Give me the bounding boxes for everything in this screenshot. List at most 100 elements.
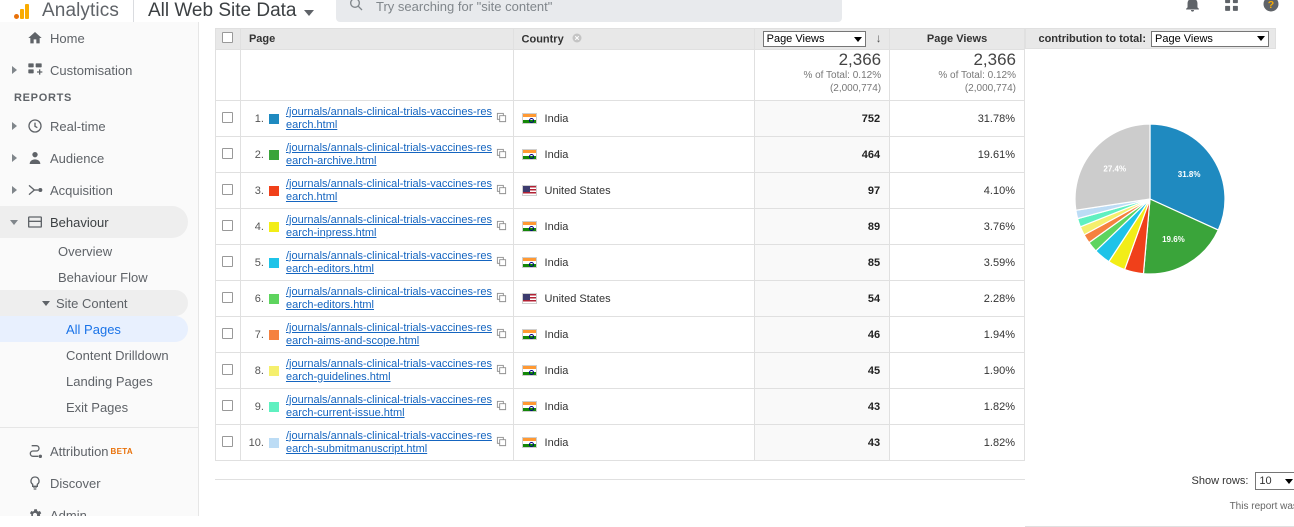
- sidebar-item-exit-pages[interactable]: Exit Pages: [0, 394, 188, 420]
- open-in-new-icon[interactable]: [496, 184, 509, 198]
- series-color-swatch: [268, 113, 279, 124]
- row-checkbox[interactable]: [222, 255, 234, 267]
- page-url-link[interactable]: /journals/annals-clinical-trials-vaccine…: [286, 106, 493, 132]
- page-views-cell: 85: [754, 244, 891, 281]
- sidebar-item-all-pages[interactable]: All Pages: [0, 316, 188, 342]
- sidebar-item-attribution[interactable]: Attribution BETA: [0, 435, 188, 467]
- row-checkbox[interactable]: [222, 147, 234, 159]
- contribution-metric-select[interactable]: Page Views: [1151, 30, 1269, 47]
- row-select-cell[interactable]: [215, 172, 241, 209]
- page-url-link[interactable]: /journals/annals-clinical-trials-vaccine…: [286, 394, 493, 420]
- sort-metric-select[interactable]: Page Views: [762, 31, 866, 47]
- sidebar-item-home[interactable]: Home: [0, 22, 188, 54]
- expand-arrow-icon[interactable]: [8, 186, 20, 194]
- row-select-cell[interactable]: [215, 100, 241, 137]
- page-url-link[interactable]: /journals/annals-clinical-trials-vaccine…: [286, 358, 493, 384]
- country-flag-icon: [521, 293, 537, 304]
- all-pages-table: Page Country Page Views ↓ Page Views 2,3…: [215, 28, 1025, 461]
- table-row[interactable]: 3. /journals/annals-clinical-trials-vacci…: [215, 172, 1025, 209]
- search-input[interactable]: Try searching for "site content": [376, 0, 552, 14]
- row-select-cell[interactable]: [215, 208, 241, 245]
- open-in-new-icon[interactable]: [496, 292, 509, 306]
- column-header-country[interactable]: Country: [512, 28, 756, 50]
- help-icon[interactable]: ?: [1262, 0, 1280, 18]
- open-in-new-icon[interactable]: [496, 148, 509, 162]
- sort-direction-icon[interactable]: ↓: [876, 31, 882, 45]
- sidebar-item-admin[interactable]: Admin: [0, 499, 188, 516]
- open-in-new-icon[interactable]: [496, 256, 509, 270]
- sidebar-item-audience[interactable]: Audience: [0, 142, 188, 174]
- column-header-page[interactable]: Page: [239, 28, 514, 50]
- expand-arrow-icon[interactable]: [8, 66, 20, 74]
- page-url-link[interactable]: /journals/annals-clinical-trials-vaccine…: [286, 250, 493, 276]
- collapse-arrow-icon[interactable]: [8, 220, 20, 225]
- row-checkbox[interactable]: [222, 435, 234, 447]
- page-url-link[interactable]: /journals/annals-clinical-trials-vaccine…: [286, 178, 493, 204]
- select-all-header[interactable]: [215, 28, 241, 50]
- row-select-cell[interactable]: [215, 316, 241, 353]
- table-row[interactable]: 2. /journals/annals-clinical-trials-vacci…: [215, 136, 1025, 173]
- show-rows-select[interactable]: 10: [1255, 472, 1294, 490]
- column-header-sort-metric[interactable]: Page Views ↓: [754, 28, 891, 50]
- row-select-cell[interactable]: [215, 424, 241, 461]
- page-url-link[interactable]: /journals/annals-clinical-trials-vaccine…: [286, 430, 493, 456]
- open-in-new-icon[interactable]: [496, 328, 509, 342]
- sidebar-item-behaviour-flow[interactable]: Behaviour Flow: [0, 264, 188, 290]
- row-select-cell[interactable]: [215, 244, 241, 281]
- open-in-new-icon[interactable]: [496, 220, 509, 234]
- open-in-new-icon[interactable]: [496, 112, 509, 126]
- table-row[interactable]: 8. /journals/annals-clinical-trials-vacci…: [215, 352, 1025, 389]
- table-row[interactable]: 10. /journals/annals-clinical-trials-vacc…: [215, 424, 1025, 461]
- apps-grid-icon[interactable]: [1223, 0, 1240, 18]
- table-row[interactable]: 4. /journals/annals-clinical-trials-vacci…: [215, 208, 1025, 245]
- table-row[interactable]: 7. /journals/annals-clinical-trials-vacci…: [215, 316, 1025, 353]
- row-select-cell[interactable]: [215, 352, 241, 389]
- table-row[interactable]: 1. /journals/annals-clinical-trials-vacci…: [215, 100, 1025, 137]
- row-checkbox[interactable]: [222, 327, 234, 339]
- sidebar-item-customisation[interactable]: Customisation: [0, 54, 188, 86]
- sidebar-item-site-content[interactable]: Site Content: [0, 290, 188, 316]
- sidebar-subitem-label: Exit Pages: [66, 399, 129, 415]
- row-checkbox[interactable]: [222, 183, 234, 195]
- row-checkbox[interactable]: [222, 291, 234, 303]
- row-select-cell[interactable]: [215, 280, 241, 317]
- open-in-new-icon[interactable]: [496, 400, 509, 414]
- country-cell: India: [512, 100, 756, 137]
- bell-icon[interactable]: [1184, 0, 1201, 18]
- property-selector[interactable]: All Web Site Data: [148, 0, 314, 22]
- expand-arrow-icon[interactable]: [8, 122, 20, 130]
- page-views-percent-cell: 2.28%: [889, 280, 1025, 317]
- row-checkbox[interactable]: [222, 111, 234, 123]
- remove-dimension-icon[interactable]: [572, 33, 582, 46]
- open-in-new-icon[interactable]: [496, 364, 509, 378]
- sidebar-item-content-drilldown[interactable]: Content Drilldown: [0, 342, 188, 368]
- column-header-metric[interactable]: Page Views: [889, 28, 1025, 50]
- sidebar-subitem-label: Content Drilldown: [66, 347, 169, 363]
- sidebar-item-discover[interactable]: Discover: [0, 467, 188, 499]
- page-url-link[interactable]: /journals/annals-clinical-trials-vaccine…: [286, 322, 493, 348]
- open-in-new-icon[interactable]: [496, 436, 509, 450]
- table-row[interactable]: 9. /journals/annals-clinical-trials-vacci…: [215, 388, 1025, 425]
- row-checkbox[interactable]: [222, 399, 234, 411]
- table-row[interactable]: 6. /journals/annals-clinical-trials-vacci…: [215, 280, 1025, 317]
- row-select-cell[interactable]: [215, 388, 241, 425]
- page-views-percent-cell: 31.78%: [889, 100, 1025, 137]
- sidebar-item-realtime[interactable]: Real-time: [0, 110, 188, 142]
- search-box[interactable]: Try searching for "site content": [336, 0, 842, 22]
- sidebar-item-acquisition[interactable]: Acquisition: [0, 174, 188, 206]
- page-url-link[interactable]: /journals/annals-clinical-trials-vaccine…: [286, 286, 493, 312]
- row-checkbox[interactable]: [222, 219, 234, 231]
- contribution-pie-chart[interactable]: 31.8% 19.6% 27.4%: [1025, 99, 1276, 329]
- sidebar-item-landing-pages[interactable]: Landing Pages: [0, 368, 188, 394]
- select-all-checkbox[interactable]: [222, 32, 234, 43]
- sidebar-item-behaviour[interactable]: Behaviour: [0, 206, 188, 238]
- sidebar-item-overview[interactable]: Overview: [0, 238, 188, 264]
- page-cell: 7. /journals/annals-clinical-trials-vacci…: [239, 316, 514, 353]
- expand-arrow-icon[interactable]: [8, 154, 20, 162]
- table-row[interactable]: 5. /journals/annals-clinical-trials-vacci…: [215, 244, 1025, 281]
- page-url-link[interactable]: /journals/annals-clinical-trials-vaccine…: [286, 142, 493, 168]
- row-select-cell[interactable]: [215, 136, 241, 173]
- page-cell: 3. /journals/annals-clinical-trials-vacci…: [239, 172, 514, 209]
- row-checkbox[interactable]: [222, 363, 234, 375]
- page-url-link[interactable]: /journals/annals-clinical-trials-vaccine…: [286, 214, 493, 240]
